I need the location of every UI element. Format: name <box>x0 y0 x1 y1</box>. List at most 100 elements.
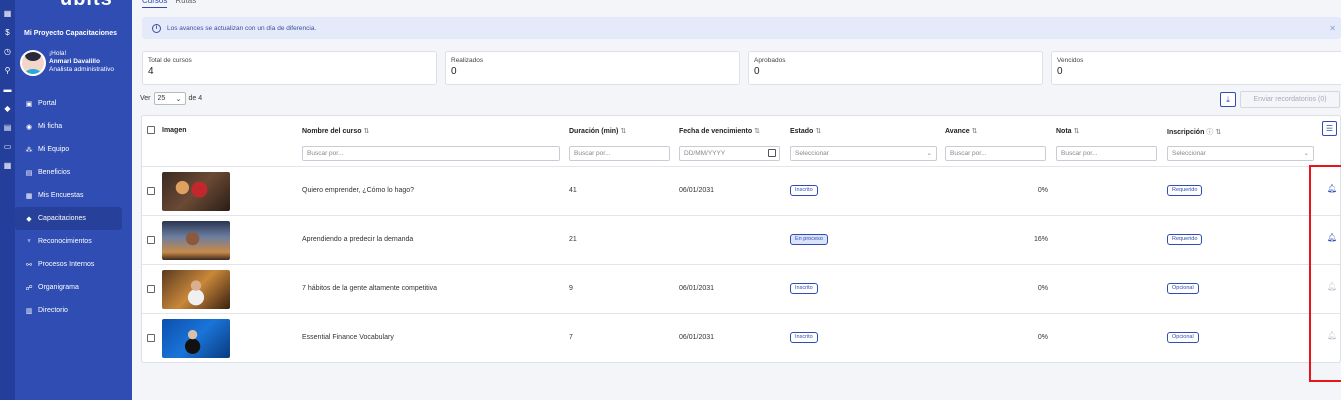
dollar-icon[interactable]: $ <box>3 29 12 37</box>
row-checkbox[interactable] <box>147 187 155 195</box>
filter-progress-input[interactable]: Buscar por... <box>945 146 1046 161</box>
row-checkbox[interactable] <box>147 334 155 342</box>
user-card[interactable]: ¡Hola! Anmari Davalillo Analista adminis… <box>20 50 114 76</box>
sidebar-item-label: Reconocimientos <box>38 238 92 245</box>
graduation-icon[interactable]: ◆ <box>3 105 12 113</box>
row-checkbox[interactable] <box>147 285 155 293</box>
sidebar-item-label: Portal <box>38 100 57 107</box>
enrollment-badge: Requerido <box>1167 185 1203 196</box>
enrollment-badge: Opcional <box>1167 332 1199 343</box>
header-status[interactable]: Estado ⇅ <box>790 127 821 135</box>
filter-enrollment-select[interactable]: Seleccionar ⌄ <box>1167 146 1314 161</box>
filter-due-date-input[interactable]: DD/MM/YYYY <box>679 146 780 161</box>
course-progress: 0% <box>1037 187 1048 194</box>
sort-icon: ⇅ <box>363 128 370 135</box>
sidebar-item-label: Mi ficha <box>38 123 63 130</box>
grid-icon[interactable]: ▦ <box>3 10 12 18</box>
header-due-date[interactable]: Fecha de vencimiento ⇅ <box>679 127 760 135</box>
filter-name-input[interactable]: Buscar por... <box>302 146 560 161</box>
course-name[interactable]: Aprendiendo a predecir la demanda <box>302 236 413 243</box>
filter-grade-input[interactable]: Buscar por... <box>1056 146 1157 161</box>
course-name[interactable]: Quiero emprender, ¿Cómo lo hago? <box>302 187 414 194</box>
sidebar-item-organigrama[interactable]: ☍ Organigrama <box>15 276 132 299</box>
header-enrollment[interactable]: Inscripción ⓘ ⇅ <box>1167 127 1221 137</box>
sliders-icon: ☰ <box>1325 124 1334 133</box>
gift-icon: ▤ <box>25 169 33 177</box>
table-row[interactable]: Essential Finance Vocabulary 7 06/01/203… <box>142 313 1340 362</box>
tab-rutas[interactable]: Rutas <box>175 0 196 8</box>
stat-label: Realizados <box>451 57 484 64</box>
graduation-icon: ◆ <box>26 215 32 223</box>
alert-text: Los avances se actualizan con un día de … <box>167 24 317 32</box>
filter-duration-input[interactable]: Buscar por... <box>569 146 670 161</box>
sidebar-item-label: Capacitaciones <box>38 215 86 222</box>
info-icon: i <box>152 23 161 33</box>
download-button[interactable]: ⤓ <box>1220 92 1236 107</box>
header-name[interactable]: Nombre del curso ⇅ <box>302 127 369 135</box>
table-row[interactable]: 7 hábitos de la gente altamente competit… <box>142 264 1340 313</box>
folder-icon[interactable]: ▭ <box>3 143 12 151</box>
info-alert: i Los avances se actualizan con un día d… <box>142 17 1341 39</box>
course-name[interactable]: Essential Finance Vocabulary <box>302 334 394 341</box>
course-thumbnail[interactable] <box>162 172 230 211</box>
tab-cursos[interactable]: Cursos <box>142 0 168 8</box>
header-progress[interactable]: Avance ⇅ <box>945 127 978 135</box>
sidebar-item-directorio[interactable]: ▥ Directorio <box>15 299 132 322</box>
sidebar-item-capacitaciones[interactable]: ◆ Capacitaciones <box>15 207 122 230</box>
calendar-icon[interactable] <box>768 149 776 157</box>
sidebar-item-portal[interactable]: ▣ Portal <box>15 92 132 115</box>
course-duration: 9 <box>569 285 573 292</box>
survey-icon: ▦ <box>25 192 33 200</box>
trophy-icon: ♆ <box>26 238 32 245</box>
course-thumbnail[interactable] <box>162 319 230 358</box>
sidebar-item-label: Procesos Internos <box>38 261 95 268</box>
tab-bar: Cursos Rutas <box>142 0 196 8</box>
course-thumbnail[interactable] <box>162 221 230 260</box>
filter-status-select[interactable]: Seleccionar ⌄ <box>790 146 937 161</box>
select-all-checkbox[interactable] <box>147 126 155 134</box>
course-thumbnail[interactable] <box>162 270 230 309</box>
briefcase-icon[interactable]: ▬ <box>3 86 12 94</box>
sort-icon: ⇅ <box>620 128 627 135</box>
course-due-date: 06/01/2031 <box>679 285 715 292</box>
course-progress: 0% <box>1037 285 1048 292</box>
close-icon[interactable]: ✕ <box>1329 24 1336 33</box>
stat-card-realizados: Realizados 0 <box>445 51 740 85</box>
sidebar-item-mi-equipo[interactable]: ⁂ Mi Equipo <box>15 138 132 161</box>
stat-label: Vencidos <box>1057 57 1084 64</box>
sidebar-item-beneficios[interactable]: ▤ Beneficios <box>15 161 132 184</box>
download-icon: ⤓ <box>1226 95 1230 104</box>
sort-icon: ⇅ <box>971 128 978 135</box>
brand-logo[interactable]: ubits <box>60 0 113 11</box>
clock-icon[interactable]: ◷ <box>3 48 12 56</box>
row-checkbox[interactable] <box>147 236 155 244</box>
user-name: Anmari Davalillo <box>49 58 100 65</box>
sidebar-item-procesos-internos[interactable]: ⚯ Procesos Internos <box>15 253 132 276</box>
chart-icon[interactable]: ▤ <box>3 124 12 132</box>
sidebar-item-reconocimientos[interactable]: ♆ Reconocimientos <box>15 230 132 253</box>
header-duration[interactable]: Duración (min) ⇅ <box>569 127 626 135</box>
enrollment-badge: Opcional <box>1167 283 1199 294</box>
total-label: de 4 <box>188 95 203 102</box>
table-row[interactable]: Quiero emprender, ¿Cómo lo hago? 41 06/0… <box>142 166 1340 215</box>
org-chart-icon: ☍ <box>25 284 33 292</box>
chevron-down-icon: ⌄ <box>1303 150 1309 157</box>
calendar-icon[interactable]: ▦ <box>3 162 12 170</box>
directory-icon: ▥ <box>25 307 33 315</box>
icon-rail: ▦ $ ◷ ⚲ ▬ ◆ ▤ ▭ ▦ <box>0 0 15 400</box>
header-image: Imagen <box>162 127 187 134</box>
course-due-date: 06/01/2031 <box>679 187 715 194</box>
course-name[interactable]: 7 hábitos de la gente altamente competit… <box>302 285 437 292</box>
column-settings-button[interactable]: ☰ <box>1322 121 1337 136</box>
course-duration: 41 <box>569 187 577 194</box>
sort-icon: ⇅ <box>815 128 822 135</box>
sidebar-item-mi-ficha[interactable]: ◉ Mi ficha <box>15 115 132 138</box>
status-badge: Inscrito <box>790 185 818 196</box>
sidebar-item-mis-encuestas[interactable]: ▦ Mis Encuestas <box>15 184 132 207</box>
header-grade[interactable]: Nota ⇅ <box>1056 127 1079 135</box>
send-reminders-button[interactable]: Enviar recordatorios (0) <box>1240 91 1340 108</box>
page-size-select[interactable]: 25 ⌄ <box>153 92 186 105</box>
network-icon[interactable]: ⚲ <box>3 67 12 75</box>
stat-value: 0 <box>754 66 760 77</box>
table-row[interactable]: Aprendiendo a predecir la demanda 21 En … <box>142 215 1340 264</box>
